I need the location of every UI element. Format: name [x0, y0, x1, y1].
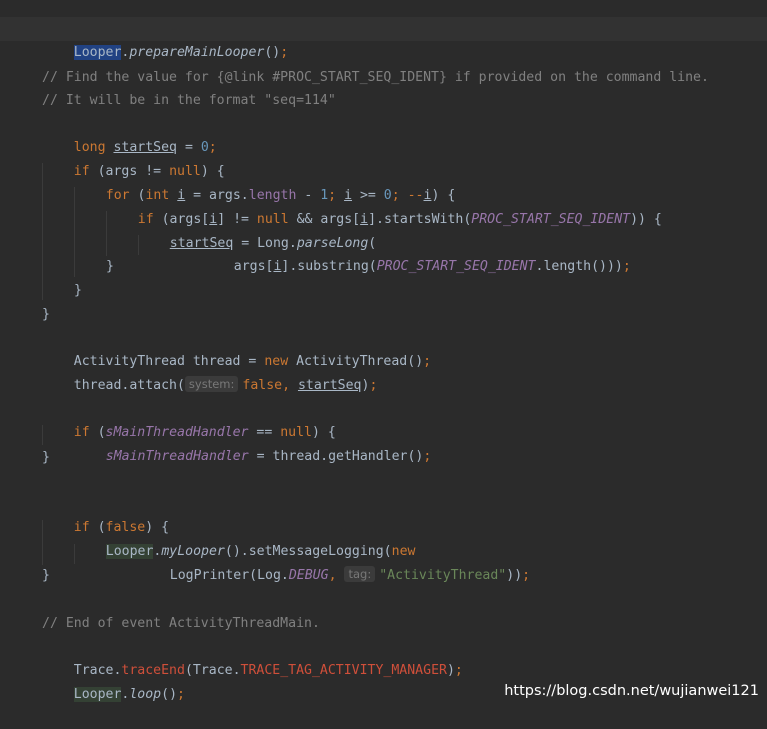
code-line[interactable]: Looper.prepareMainLooper();: [42, 18, 288, 60]
code-line[interactable]: Looper.myLooper().setMessageLogging(new: [74, 517, 415, 559]
token: (): [264, 45, 281, 60]
token: Looper: [73, 687, 122, 702]
token: .length()): [535, 259, 615, 274]
code-line[interactable]: Looper.loop();: [42, 660, 185, 702]
code-line[interactable]: }: [106, 255, 114, 278]
token: "ActivityThread": [379, 568, 507, 583]
code-line[interactable]: if (args[i] != null && args[i].startsWit…: [106, 185, 662, 227]
code-line[interactable]: // End of event ActivityThreadMain.: [42, 612, 320, 635]
code-line[interactable]: args[i].substring(PROC_START_SEQ_IDENT.l…: [202, 232, 631, 274]
code-line[interactable]: if (sMainThreadHandler == null) {: [42, 398, 336, 440]
token: ].startsWith(: [368, 212, 472, 227]
code-line[interactable]: }: [74, 279, 82, 302]
token: ;: [622, 259, 631, 274]
token: Looper: [73, 45, 122, 60]
code-line[interactable]: }: [42, 564, 50, 587]
token: DEBUG: [288, 568, 329, 583]
token: ;: [280, 45, 289, 60]
code-line[interactable]: }: [42, 303, 50, 326]
token: ): [446, 663, 455, 678]
token: (): [161, 687, 178, 702]
parameter-hint: system:: [184, 376, 239, 392]
code-editor[interactable]: Looper.prepareMainLooper(); // Find the …: [0, 0, 767, 709]
token: ,: [282, 378, 298, 393]
token: ;: [423, 354, 432, 369]
code-line[interactable]: thread.attach(system: false, startSeq);: [42, 351, 377, 393]
token: false: [242, 378, 283, 393]
code-line[interactable]: startSeq = Long.parseLong(: [138, 209, 376, 251]
token: TRACE_TAG_ACTIVITY_MANAGER: [240, 663, 447, 678]
token: ,: [328, 568, 337, 583]
token: = thread.getHandler(): [248, 449, 424, 464]
code-line[interactable]: sMainThreadHandler = thread.getHandler()…: [74, 422, 432, 464]
parameter-hint: tag:: [344, 566, 376, 582]
code-line[interactable]: // Find the value for {@link #PROC_START…: [42, 66, 709, 89]
token: LogPrinter(Log.: [169, 568, 289, 583]
token: (Trace.: [184, 663, 241, 678]
token: ): [614, 259, 623, 274]
token: ;: [177, 687, 185, 702]
token: startSeq: [297, 378, 362, 393]
token: )) {: [630, 212, 662, 227]
code-line[interactable]: LogPrinter(Log.DEBUG, tag: "ActivityThrea…: [138, 541, 530, 583]
token: ;: [454, 663, 463, 678]
code-line[interactable]: if (args != null) {: [42, 137, 225, 179]
token: prepareMainLooper: [129, 45, 265, 60]
token: thread.attach(: [73, 378, 185, 393]
watermark: https://blog.csdn.net/wujianwei121: [504, 683, 759, 699]
code-line[interactable]: ActivityThread thread = new ActivityThre…: [42, 327, 431, 369]
token: loop: [129, 687, 162, 702]
token: ;: [522, 568, 531, 583]
code-line[interactable]: // It will be in the format "seq=114": [42, 89, 336, 112]
code-line[interactable]: Trace.traceEnd(Trace.TRACE_TAG_ACTIVITY_…: [42, 636, 463, 678]
token: )): [506, 568, 523, 583]
token: args[: [233, 259, 274, 274]
token: sMainThreadHandler: [105, 449, 249, 464]
code-line[interactable]: long startSeq = 0;: [42, 113, 217, 155]
token: ;: [423, 449, 432, 464]
token: PROC_START_SEQ_IDENT: [471, 212, 631, 227]
code-line[interactable]: for (int i = args.length - 1; i >= 0; --…: [74, 161, 456, 203]
code-line[interactable]: if (false) {: [42, 493, 169, 535]
token: ;: [369, 378, 378, 393]
code-line[interactable]: }: [42, 446, 50, 469]
token: PROC_START_SEQ_IDENT: [376, 259, 536, 274]
token: ].substring(: [281, 259, 377, 274]
